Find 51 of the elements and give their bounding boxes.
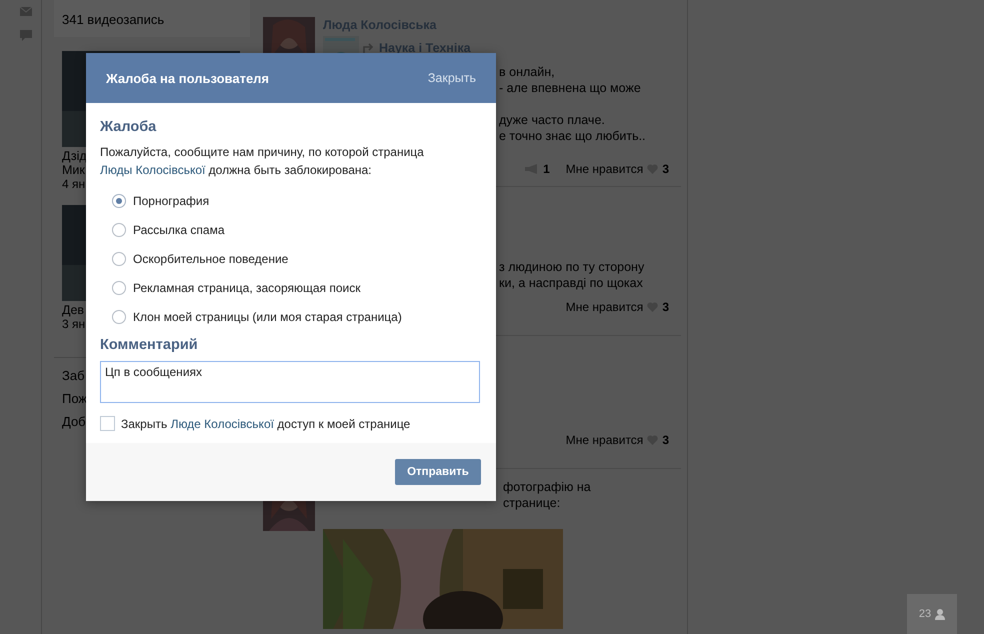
chat-icon[interactable] <box>20 30 32 41</box>
like-label[interactable]: Мне нравится <box>566 433 644 447</box>
video-title[interactable]: Дзід <box>62 149 87 163</box>
like-count: 3 <box>662 433 669 447</box>
post-text: з людиною по ту сторону <box>499 259 644 275</box>
online-count: 23 <box>918 608 932 620</box>
reason-option[interactable]: Рассылка спама <box>112 220 402 240</box>
profile-action-link[interactable]: Доб <box>62 414 86 429</box>
radio-button[interactable] <box>112 281 126 295</box>
profile-link[interactable]: Люде Колосівської <box>170 416 274 430</box>
radio-button[interactable] <box>112 223 126 237</box>
post-text: - але впевнена що може <box>499 80 641 96</box>
post-text: фотографію на <box>503 479 591 495</box>
share-arrow-icon <box>363 43 375 53</box>
radio-button[interactable] <box>112 310 126 324</box>
reason-option[interactable]: Порнография <box>112 191 402 211</box>
post-text: в онлайн, <box>499 64 555 80</box>
section-heading: Комментарий <box>100 337 198 353</box>
profile-action-link[interactable]: Заб <box>62 368 85 383</box>
section-heading: Жалоба <box>100 119 156 135</box>
checkbox-label[interactable]: Закрыть Люде Колосівської доступ к моей странице <box>121 416 410 430</box>
dialog-title: Жалоба на пользователя <box>106 70 270 86</box>
profile-link[interactable]: Люды Колосівської <box>100 163 206 177</box>
reason-option[interactable]: Клон моей страницы (или моя старая страница) <box>112 307 402 327</box>
video-count: 341 видеозапись <box>62 11 166 29</box>
radio-button[interactable] <box>112 252 126 266</box>
video-title[interactable]: Дев <box>62 303 84 317</box>
checkbox[interactable] <box>100 416 115 431</box>
video-date: 4 ян <box>62 177 86 191</box>
reason-option[interactable]: Рекламная страница, засоряющая поиск <box>112 278 402 298</box>
radio-button[interactable] <box>112 194 126 208</box>
close-link[interactable]: Закрыть <box>428 71 476 85</box>
post-text: дуже часто плаче. <box>499 112 605 128</box>
profile-action-link[interactable]: Пож <box>62 391 88 406</box>
like-label[interactable]: Мне нравится <box>566 300 644 314</box>
video-date: 3 ян <box>62 317 86 331</box>
like-count: 3 <box>662 300 669 314</box>
comment-field[interactable]: Цп в сообщениях <box>100 361 480 403</box>
person-icon <box>935 608 946 620</box>
online-counter[interactable]: 23 <box>907 594 957 634</box>
mail-icon[interactable] <box>20 7 32 16</box>
post-text: странице: <box>503 495 560 511</box>
like-count: 3 <box>662 162 669 176</box>
repost-count: 1 <box>543 162 550 176</box>
post-text: е точно знає що любить.. <box>499 128 646 144</box>
description-text: Пожалуйста, сообщите нам причину, по которой страница Люды Колосівської должна быть заблокирована: <box>100 144 425 179</box>
like-label[interactable]: Мне нравится <box>566 162 644 176</box>
reason-option[interactable]: Оскорбительное поведение <box>112 249 402 269</box>
post-text: ки, а насправді по щоках <box>499 275 643 291</box>
video-title[interactable]: Мик <box>62 163 85 177</box>
send-button[interactable]: Отправить <box>395 459 481 485</box>
